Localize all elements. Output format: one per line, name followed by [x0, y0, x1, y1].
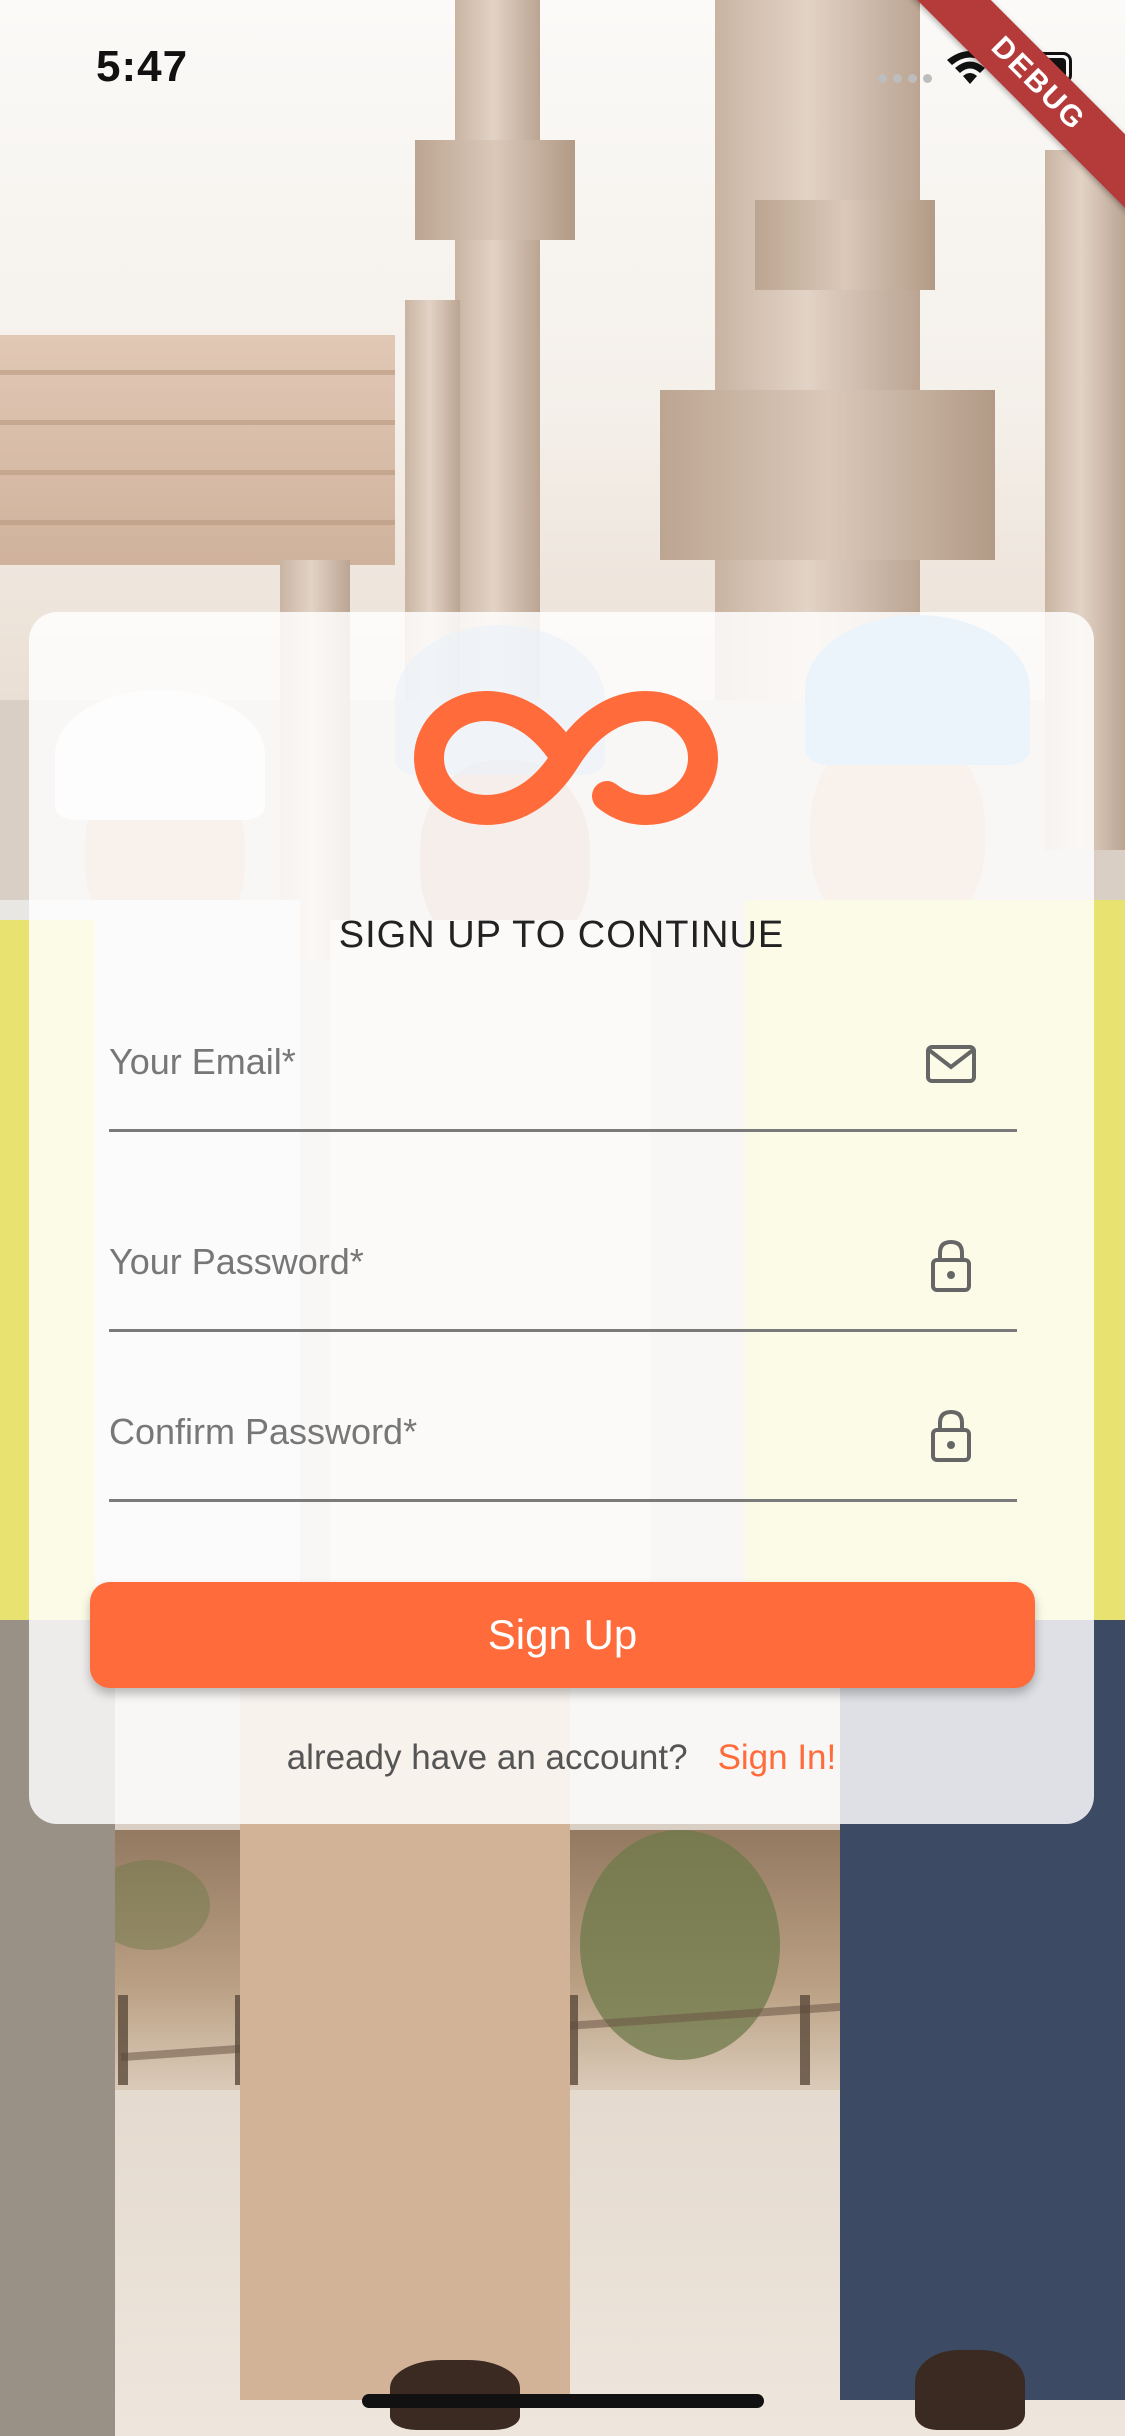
envelope-icon [926, 1045, 976, 1083]
password-underline [109, 1329, 1017, 1332]
account-prompt: already have an account? [286, 1738, 688, 1777]
email-field[interactable] [109, 1012, 929, 1112]
sign-up-button[interactable]: Sign Up [90, 1582, 1035, 1688]
signup-card: SIGN UP TO CONTINUE Your Email* Sign Up … [29, 612, 1094, 1824]
sign-in-prompt-row: already have an account? Sign In! [29, 1738, 1094, 1778]
home-indicator[interactable] [362, 2394, 764, 2408]
infinity-logo-icon [413, 690, 719, 826]
confirm-password-field[interactable] [109, 1382, 929, 1482]
confirm-password-underline [109, 1499, 1017, 1502]
status-time: 5:47 [96, 42, 189, 91]
sign-in-link[interactable]: Sign In! [718, 1738, 837, 1777]
signup-screen: 5:47 DEBUG SIGN UP TO CONTINUE Your Emai… [0, 0, 1125, 2436]
lock-icon [931, 1409, 971, 1462]
email-field-group [109, 1012, 1017, 1132]
password-field-group [109, 1212, 1017, 1332]
page-title: SIGN UP TO CONTINUE [338, 914, 785, 956]
confirm-password-field-group [109, 1382, 1017, 1502]
email-underline [109, 1129, 1017, 1132]
password-field[interactable] [109, 1212, 929, 1312]
lock-icon [931, 1239, 971, 1292]
signal-icon [878, 74, 932, 83]
